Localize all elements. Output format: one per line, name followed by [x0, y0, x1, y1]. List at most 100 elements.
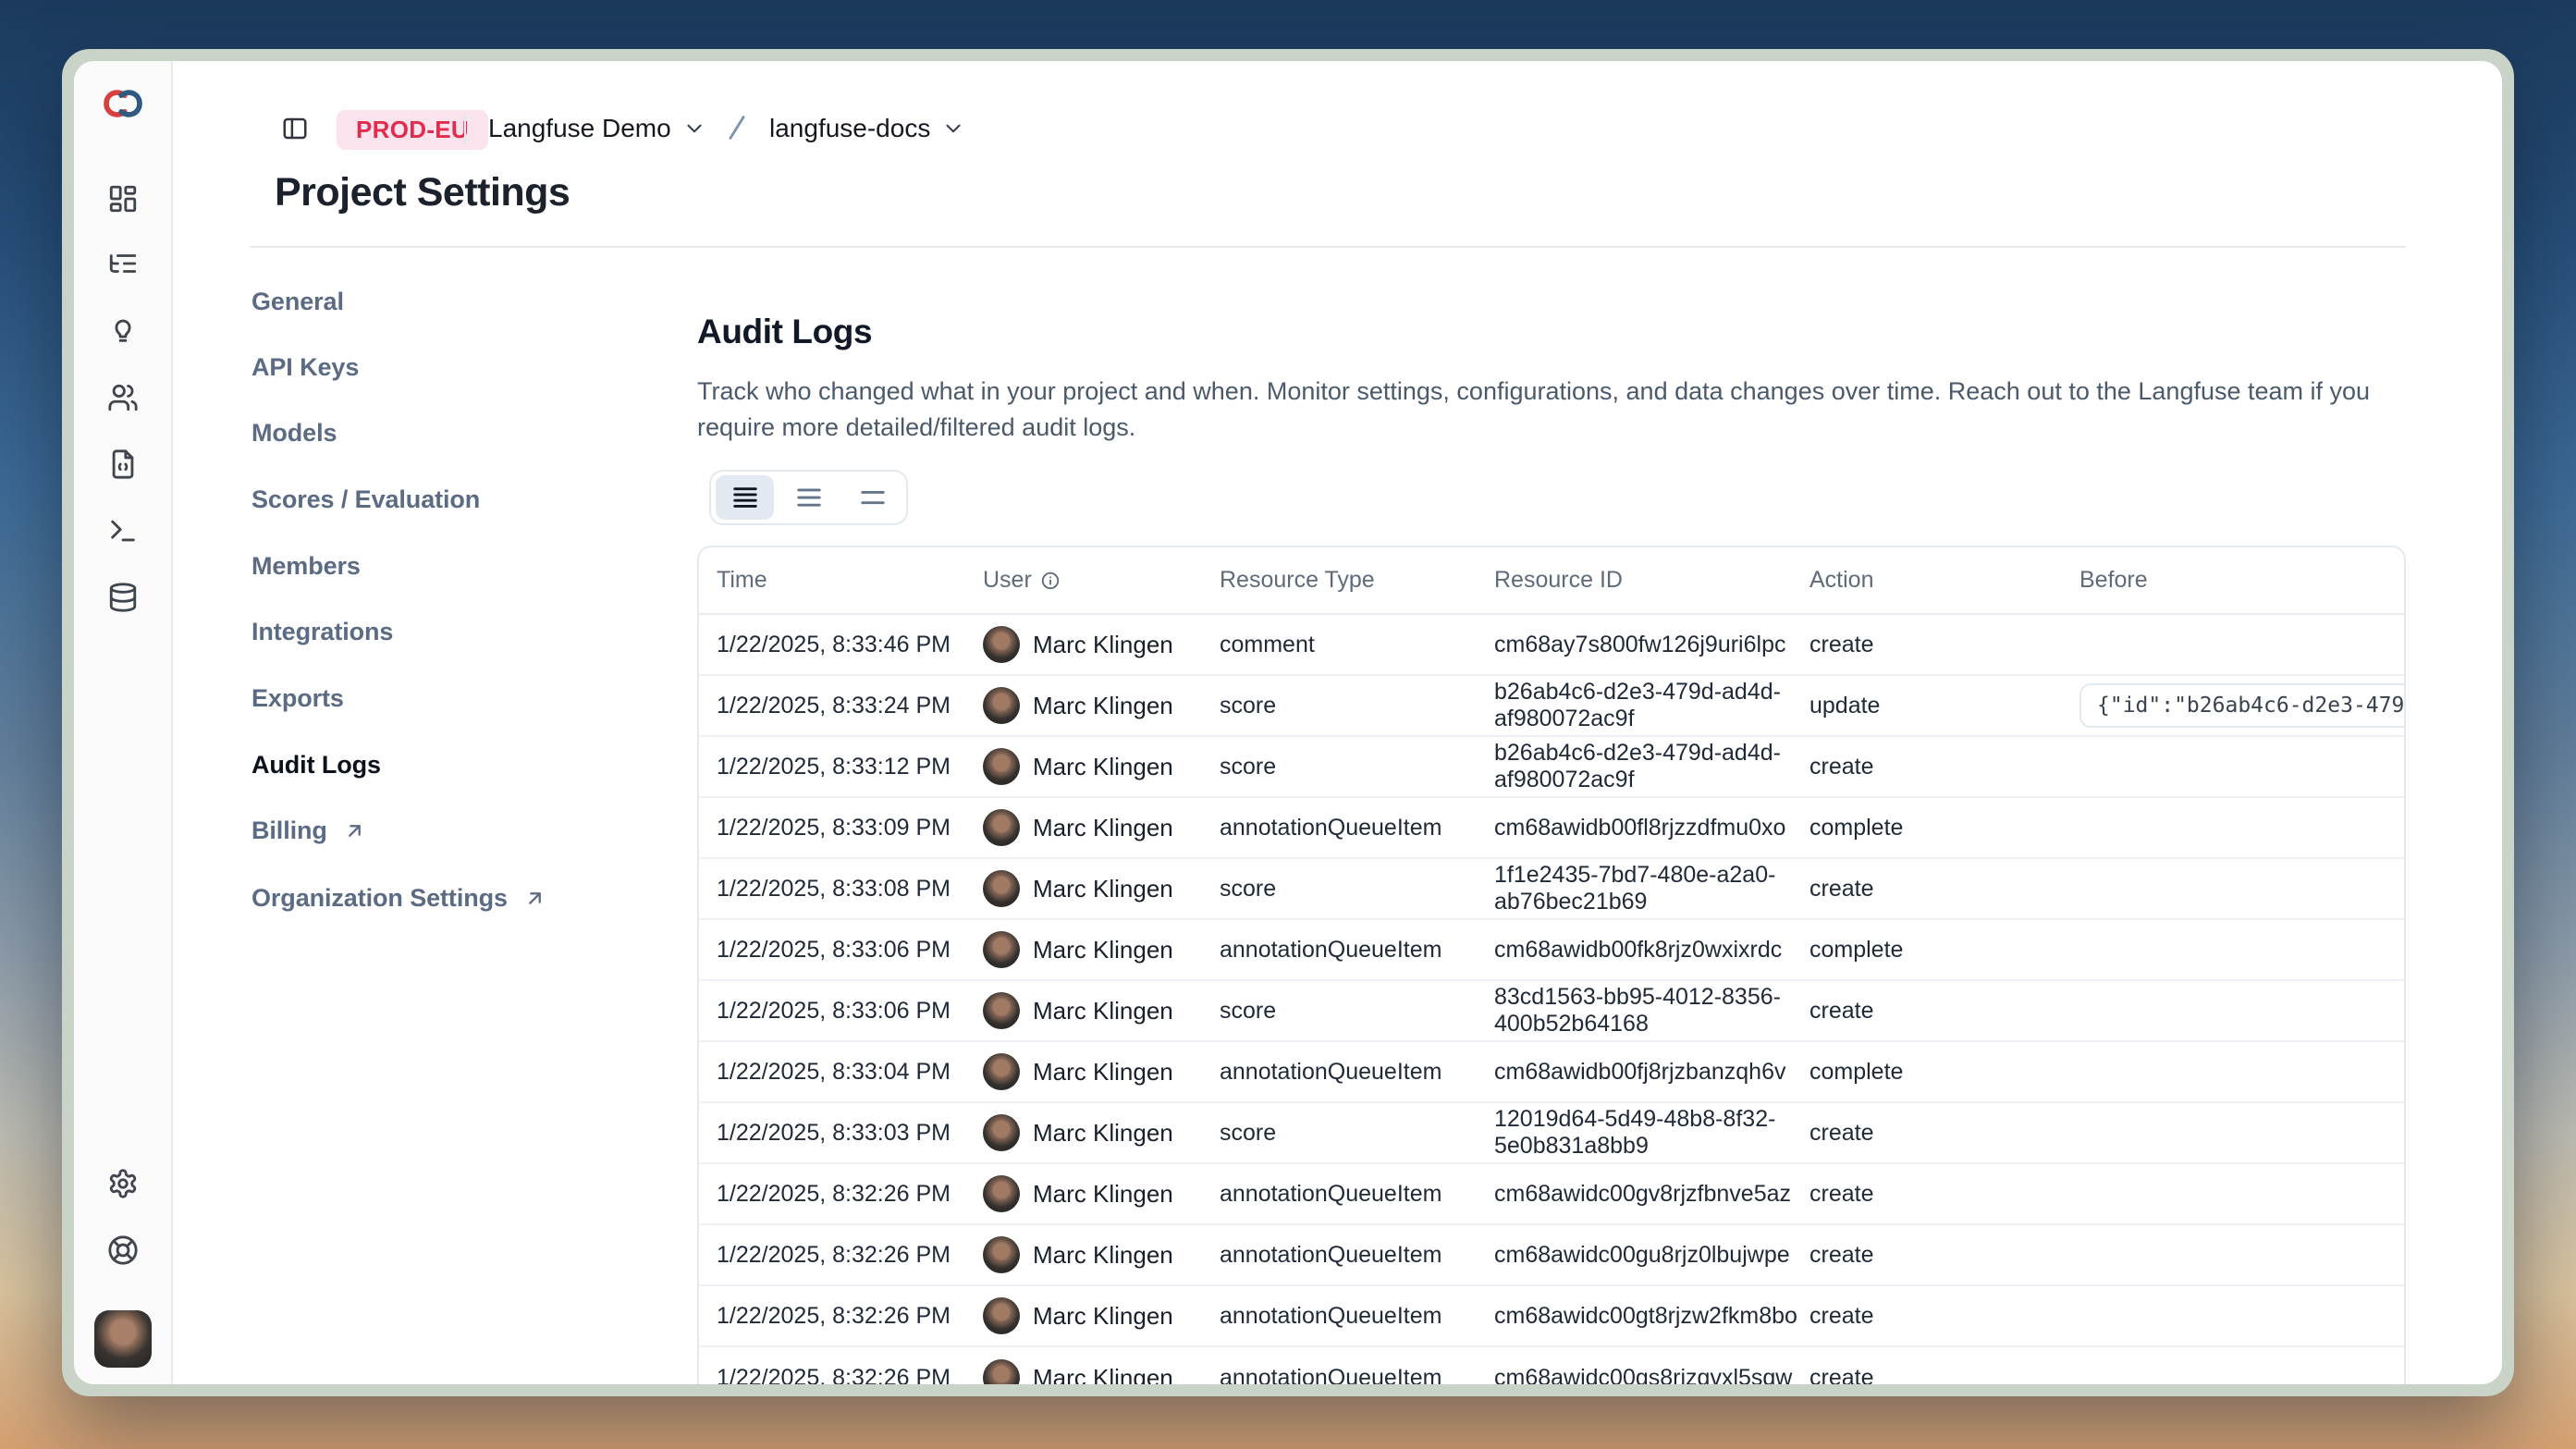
- row-avatar: [983, 1175, 1020, 1212]
- row-avatar: [983, 1236, 1020, 1273]
- external-link-icon: [523, 887, 546, 910]
- cell-time: 1/22/2025, 8:33:06 PM: [699, 937, 983, 964]
- dashboard-icon[interactable]: [107, 183, 139, 215]
- breadcrumb-project-dropdown[interactable]: langfuse-docs: [769, 108, 965, 149]
- cell-resource-type: annotationQueueItem: [1220, 1059, 1494, 1086]
- list-tree-icon[interactable]: [107, 248, 139, 279]
- row-height-medium-button[interactable]: [779, 475, 838, 520]
- users-icon[interactable]: [107, 382, 139, 413]
- settings-nav-item-exports[interactable]: Exports: [251, 678, 344, 718]
- cell-action: update: [1809, 693, 2079, 719]
- table-row[interactable]: 1/22/2025, 8:32:26 PM Marc Klingen annot…: [699, 1164, 2404, 1225]
- cell-action: create: [1809, 632, 2079, 658]
- database-icon[interactable]: [107, 582, 139, 613]
- settings-nav-item-members[interactable]: Members: [251, 546, 361, 586]
- life-buoy-icon[interactable]: [107, 1234, 139, 1266]
- column-header-before: Before: [2079, 567, 2404, 594]
- info-icon[interactable]: [1040, 571, 1061, 591]
- settings-nav-item-integrations[interactable]: Integrations: [251, 611, 393, 652]
- table-row[interactable]: 1/22/2025, 8:33:24 PM Marc Klingen score…: [699, 676, 2404, 737]
- cell-action: create: [1809, 1120, 2079, 1147]
- row-avatar: [983, 748, 1020, 785]
- cell-resource-id: 1f1e2435-7bd7-480e-a2a0-ab76bec21b69: [1494, 862, 1809, 915]
- cell-action: complete: [1809, 815, 2079, 841]
- cell-action: create: [1809, 1181, 2079, 1208]
- settings-gear-icon[interactable]: [107, 1168, 139, 1199]
- cell-before: {"id":"b26ab4c6-d2e3-479d-a: [2079, 683, 2406, 728]
- table-row[interactable]: 1/22/2025, 8:33:46 PM Marc Klingen comme…: [699, 615, 2404, 676]
- table-row[interactable]: 1/22/2025, 8:33:08 PM Marc Klingen score…: [699, 859, 2404, 920]
- row-avatar: [983, 1114, 1020, 1151]
- settings-nav-item-models[interactable]: Models: [251, 412, 337, 453]
- cell-time: 1/22/2025, 8:33:06 PM: [699, 998, 983, 1025]
- table-row[interactable]: 1/22/2025, 8:33:03 PM Marc Klingen score…: [699, 1103, 2404, 1164]
- cell-resource-id: cm68ay7s800fw126j9uri6lpc: [1494, 632, 1809, 658]
- cell-resource-type: score: [1220, 1120, 1494, 1147]
- cell-action: create: [1809, 1242, 2079, 1269]
- cell-user: Marc Klingen: [983, 1359, 1220, 1384]
- cell-resource-id: cm68awidc00gt8rjzw2fkm8bo: [1494, 1303, 1809, 1330]
- row-avatar: [983, 1053, 1020, 1090]
- settings-nav-item-scores-evaluation[interactable]: Scores / Evaluation: [251, 479, 480, 520]
- cell-time: 1/22/2025, 8:33:12 PM: [699, 754, 983, 780]
- cell-resource-id: 83cd1563-bb95-4012-8356-400b52b64168: [1494, 984, 1809, 1038]
- breadcrumb-org-dropdown[interactable]: Langfuse Demo: [488, 108, 706, 149]
- cell-resource-type: annotationQueueItem: [1220, 815, 1494, 841]
- cell-resource-id: cm68awidc00gu8rjz0lbujwpe: [1494, 1242, 1809, 1269]
- cell-action: create: [1809, 1365, 2079, 1385]
- cell-resource-type: comment: [1220, 632, 1494, 658]
- table-row[interactable]: 1/22/2025, 8:33:04 PM Marc Klingen annot…: [699, 1042, 2404, 1103]
- column-header-user: User: [983, 567, 1220, 594]
- row-avatar: [983, 870, 1020, 907]
- user-avatar[interactable]: [94, 1310, 152, 1368]
- row-avatar: [983, 1297, 1020, 1334]
- cell-time: 1/22/2025, 8:33:08 PM: [699, 876, 983, 903]
- cell-resource-type: score: [1220, 754, 1494, 780]
- table-body: 1/22/2025, 8:33:46 PM Marc Klingen comme…: [699, 615, 2404, 1384]
- cell-user: Marc Klingen: [983, 931, 1220, 968]
- table-row[interactable]: 1/22/2025, 8:32:26 PM Marc Klingen annot…: [699, 1225, 2404, 1286]
- sidebar-toggle-button[interactable]: [281, 115, 309, 147]
- cell-user: Marc Klingen: [983, 1236, 1220, 1273]
- breadcrumb-slash-icon: [721, 112, 753, 148]
- cell-user: Marc Klingen: [983, 687, 1220, 724]
- cell-action: complete: [1809, 937, 2079, 964]
- cell-resource-type: annotationQueueItem: [1220, 1365, 1494, 1385]
- cell-user: Marc Klingen: [983, 1297, 1220, 1334]
- cell-resource-type: score: [1220, 693, 1494, 719]
- table-row[interactable]: 1/22/2025, 8:32:26 PM Marc Klingen annot…: [699, 1286, 2404, 1347]
- cell-time: 1/22/2025, 8:33:09 PM: [699, 815, 983, 841]
- settings-nav-item-organization-settings[interactable]: Organization Settings: [251, 878, 546, 918]
- table-row[interactable]: 1/22/2025, 8:33:06 PM Marc Klingen score…: [699, 981, 2404, 1042]
- audit-logs-table: Time User Resource Type Resource ID Acti…: [697, 546, 2406, 1384]
- breadcrumb-org-label: Langfuse Demo: [488, 114, 671, 143]
- row-height-toolbar: [709, 470, 908, 525]
- terminal-icon[interactable]: [107, 515, 139, 546]
- cell-time: 1/22/2025, 8:32:26 PM: [699, 1365, 983, 1385]
- cell-user: Marc Klingen: [983, 1053, 1220, 1090]
- cell-resource-id: cm68awidc00gs8rjzgvxl5sqw: [1494, 1365, 1809, 1385]
- app-window: PROD-EU Langfuse Demo langfuse-docs Proj…: [62, 49, 2514, 1396]
- row-height-short-button[interactable]: [843, 475, 902, 520]
- lightbulb-icon[interactable]: [107, 314, 139, 346]
- cell-time: 1/22/2025, 8:32:26 PM: [699, 1242, 983, 1269]
- cell-user: Marc Klingen: [983, 748, 1220, 785]
- table-row[interactable]: 1/22/2025, 8:33:12 PM Marc Klingen score…: [699, 737, 2404, 798]
- cell-user: Marc Klingen: [983, 1114, 1220, 1151]
- table-row[interactable]: 1/22/2025, 8:33:09 PM Marc Klingen annot…: [699, 798, 2404, 859]
- settings-nav-item-general[interactable]: General: [251, 281, 344, 322]
- table-row[interactable]: 1/22/2025, 8:33:06 PM Marc Klingen annot…: [699, 920, 2404, 981]
- row-height-tall-button[interactable]: [716, 475, 774, 520]
- column-header-resource-id: Resource ID: [1494, 567, 1809, 594]
- cell-time: 1/22/2025, 8:32:26 PM: [699, 1303, 983, 1330]
- chevron-down-icon: [941, 117, 965, 141]
- before-json-preview[interactable]: {"id":"b26ab4c6-d2e3-479d-a: [2079, 683, 2406, 728]
- langfuse-logo-icon[interactable]: [103, 88, 143, 119]
- settings-nav-item-audit-logs[interactable]: Audit Logs: [251, 744, 381, 785]
- table-row[interactable]: 1/22/2025, 8:32:26 PM Marc Klingen annot…: [699, 1347, 2404, 1384]
- file-code-icon[interactable]: [107, 448, 139, 480]
- settings-nav-item-billing[interactable]: Billing: [251, 810, 366, 851]
- settings-nav-item-api-keys[interactable]: API Keys: [251, 347, 359, 387]
- cell-action: create: [1809, 1303, 2079, 1330]
- cell-resource-id: b26ab4c6-d2e3-479d-ad4d-af980072ac9f: [1494, 679, 1809, 732]
